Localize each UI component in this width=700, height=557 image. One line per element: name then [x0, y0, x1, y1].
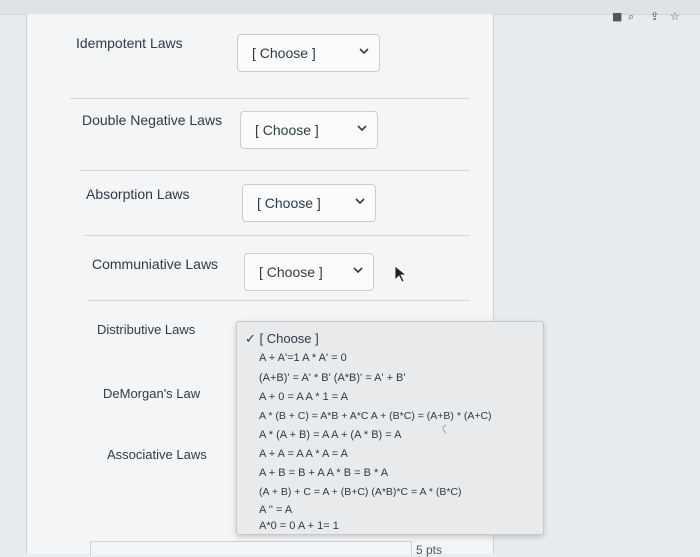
chevron-down-icon	[357, 125, 367, 132]
dropdown-option[interactable]: A + B = B + A A * B = B * A	[259, 467, 388, 479]
zoom-icon[interactable]: ⌕	[628, 10, 634, 24]
dropdown-option[interactable]: ✓ [ Choose ]	[245, 331, 319, 347]
label-demorgans-law: DeMorgan's Law	[103, 386, 201, 401]
dropdown-options-list: ✓ [ Choose ] A + A'=1 A * A' = 0 (A+B)' …	[236, 321, 544, 535]
row-divider	[84, 235, 470, 236]
select-communiative-laws[interactable]: [ Choose ]	[244, 253, 374, 291]
select-value: [ Choose ]	[252, 45, 316, 61]
mouse-cursor-icon	[394, 265, 407, 283]
select-value: [ Choose ]	[259, 264, 323, 280]
points-label: 5 pts	[416, 543, 443, 557]
dropdown-option[interactable]: A + 0 = A A * 1 = A	[259, 391, 348, 403]
label-absorption-laws: Absorption Laws	[86, 186, 190, 202]
browser-toolbar: ■ ⌕ ⇪ ☆	[0, 0, 700, 23]
record-icon[interactable]: ■	[612, 10, 622, 23]
dropdown-option[interactable]: A*0 = 0 A + 1= 1	[259, 520, 339, 532]
chevron-down-icon	[359, 48, 369, 55]
dropdown-option[interactable]: (A + B) + C = A + (B+C) (A*B)*C = A * (B…	[259, 486, 462, 498]
row-divider	[80, 170, 470, 171]
label-communiative-laws: Communiative Laws	[92, 256, 219, 272]
pen-mark-icon	[442, 424, 447, 434]
dropdown-option[interactable]: A '' = A	[259, 504, 292, 516]
bookmark-star-icon[interactable]: ☆	[670, 10, 680, 23]
share-icon[interactable]: ⇪	[650, 10, 659, 23]
label-idempotent-laws: Idempotent Laws	[76, 35, 183, 51]
next-question-box	[90, 541, 412, 555]
select-absorption-laws[interactable]: [ Choose ]	[242, 184, 376, 222]
dropdown-option[interactable]: A + A'=1 A * A' = 0	[259, 352, 347, 364]
label-associative-laws: Associative Laws	[107, 447, 207, 462]
row-divider	[88, 300, 470, 301]
label-distributive-laws: Distributive Laws	[97, 322, 196, 337]
chevron-down-icon	[353, 267, 363, 274]
select-value: [ Choose ]	[257, 195, 321, 211]
select-double-negative-laws[interactable]: [ Choose ]	[240, 111, 378, 149]
select-idempotent-laws[interactable]: [ Choose ]	[237, 34, 380, 72]
dropdown-option[interactable]: A * (A + B) = A A + (A * B) = A	[259, 429, 401, 441]
dropdown-option[interactable]: (A+B)' = A' * B' (A*B)' = A' + B'	[259, 372, 406, 384]
select-value: [ Choose ]	[255, 122, 319, 138]
chevron-down-icon	[355, 198, 365, 205]
dropdown-option[interactable]: A * (B + C) = A*B + A*C A + (B*C) = (A+B…	[259, 410, 492, 422]
dropdown-option[interactable]: A + A = A A * A = A	[259, 448, 348, 460]
label-double-negative-laws: Double Negative Laws	[82, 112, 223, 128]
row-divider	[70, 98, 470, 99]
